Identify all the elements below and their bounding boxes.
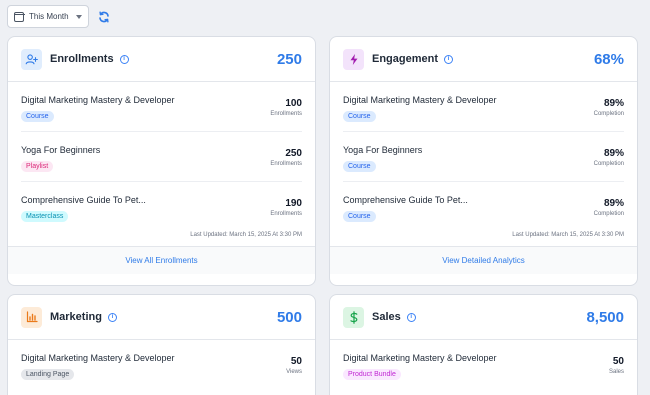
engagement-value: 68% xyxy=(593,50,624,68)
item-count: 190 xyxy=(285,198,302,209)
item-unit: Views xyxy=(286,369,302,375)
list-item[interactable]: Comprehensive Guide To Pet... Course 89%… xyxy=(343,182,624,232)
item-count: 100 xyxy=(285,98,302,109)
toolbar: This Month xyxy=(7,5,110,28)
list-item[interactable]: Yoga For Beginners Course 89% Completion xyxy=(343,132,624,182)
marketing-list: Digital Marketing Mastery & Developer La… xyxy=(8,340,315,390)
view-all-enrollments-link[interactable]: View All Enrollments xyxy=(8,246,315,274)
info-icon[interactable] xyxy=(406,312,416,322)
marketing-title: Marketing xyxy=(50,311,102,323)
type-badge: Course xyxy=(21,111,54,122)
dollar-icon xyxy=(349,310,357,324)
refresh-button[interactable] xyxy=(98,11,110,23)
info-icon[interactable] xyxy=(444,54,454,64)
item-percent: 89% xyxy=(603,148,624,159)
item-name: Yoga For Beginners xyxy=(343,145,423,155)
type-badge: Masterclass xyxy=(21,211,69,222)
item-name: Comprehensive Guide To Pet... xyxy=(343,195,468,205)
enrollments-card-header: Enrollments 250 xyxy=(8,37,315,82)
type-badge: Landing Page xyxy=(21,369,75,380)
sales-value: 8,500 xyxy=(586,308,624,326)
item-name: Yoga For Beginners xyxy=(21,145,101,155)
marketing-icon-box xyxy=(21,306,42,328)
info-icon[interactable] xyxy=(107,312,117,322)
type-badge: Product Bundle xyxy=(343,369,401,380)
enrollments-card: Enrollments 250 Digital Marketing Master… xyxy=(7,36,316,286)
item-count: 50 xyxy=(612,356,624,367)
type-badge: Course xyxy=(343,161,376,172)
sales-card: Sales 8,500 Digital Marketing Mastery & … xyxy=(329,294,638,395)
info-icon[interactable] xyxy=(119,54,129,64)
item-name: Digital Marketing Mastery & Developer xyxy=(21,95,175,105)
date-range-select[interactable]: This Month xyxy=(7,5,89,28)
type-badge: Course xyxy=(343,111,376,122)
item-name: Digital Marketing Mastery & Developer xyxy=(343,353,497,363)
bar-chart-icon xyxy=(26,311,38,323)
marketing-card-header: Marketing 500 xyxy=(8,295,315,340)
list-item[interactable]: Comprehensive Guide To Pet... Masterclas… xyxy=(21,182,302,232)
enrollments-list: Digital Marketing Mastery & Developer Co… xyxy=(8,82,315,232)
caret-down-icon xyxy=(76,14,82,19)
item-percent: 89% xyxy=(603,198,624,209)
engagement-icon-box xyxy=(343,48,364,70)
item-name: Digital Marketing Mastery & Developer xyxy=(21,353,175,363)
list-item[interactable]: Yoga For Beginners Playlist 250 Enrollme… xyxy=(21,132,302,182)
engagement-title: Engagement xyxy=(372,53,439,65)
engagement-card: Engagement 68% Digital Marketing Mastery… xyxy=(329,36,638,286)
sales-icon-box xyxy=(343,306,364,328)
date-range-label: This Month xyxy=(29,12,69,21)
enrollments-icon-box xyxy=(21,48,42,70)
user-plus-icon xyxy=(25,53,38,64)
item-unit: Enrollments xyxy=(270,161,302,167)
enrollments-title: Enrollments xyxy=(50,53,114,65)
item-count: 250 xyxy=(285,148,302,159)
sales-card-header: Sales 8,500 xyxy=(330,295,637,340)
engagement-list: Digital Marketing Mastery & Developer Co… xyxy=(330,82,637,232)
list-item[interactable]: Digital Marketing Mastery & Developer La… xyxy=(21,340,302,390)
item-count: 50 xyxy=(290,356,302,367)
item-unit: Enrollments xyxy=(270,111,302,117)
calendar-icon xyxy=(13,11,25,22)
item-unit: Completion xyxy=(593,111,624,117)
marketing-card: Marketing 500 Digital Marketing Mastery … xyxy=(7,294,316,395)
item-unit: Enrollments xyxy=(270,211,302,217)
item-name: Digital Marketing Mastery & Developer xyxy=(343,95,497,105)
refresh-icon xyxy=(99,11,109,22)
item-unit: Sales xyxy=(608,369,624,375)
item-percent: 89% xyxy=(603,98,624,109)
lightning-icon xyxy=(350,53,357,65)
type-badge: Course xyxy=(343,211,376,222)
sales-title: Sales xyxy=(372,311,401,323)
list-item[interactable]: Digital Marketing Mastery & Developer Co… xyxy=(21,82,302,132)
list-item[interactable]: Digital Marketing Mastery & Developer Co… xyxy=(343,82,624,132)
view-detailed-analytics-link[interactable]: View Detailed Analytics xyxy=(330,246,637,274)
sales-list: Digital Marketing Mastery & Developer Pr… xyxy=(330,340,637,390)
engagement-card-header: Engagement 68% xyxy=(330,37,637,82)
marketing-value: 500 xyxy=(276,308,302,326)
type-badge: Playlist xyxy=(21,161,54,172)
last-updated: Last Updated: March 15, 2025 At 3:30 PM xyxy=(190,232,302,238)
list-item[interactable]: Digital Marketing Mastery & Developer Pr… xyxy=(343,340,624,390)
last-updated: Last Updated: March 15, 2025 At 3:30 PM xyxy=(512,232,624,238)
enrollments-value: 250 xyxy=(276,50,302,68)
item-name: Comprehensive Guide To Pet... xyxy=(21,195,146,205)
item-unit: Completion xyxy=(593,211,624,217)
item-unit: Completion xyxy=(593,161,624,167)
